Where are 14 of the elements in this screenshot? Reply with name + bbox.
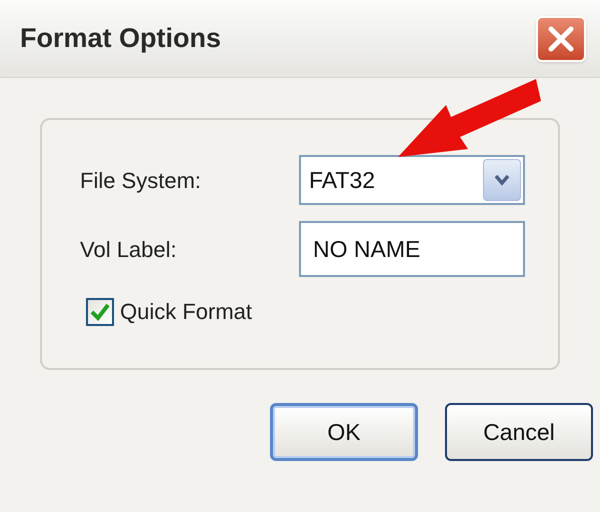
file-system-dropdown[interactable]: FAT32 bbox=[299, 155, 525, 205]
chevron-down-icon bbox=[494, 174, 510, 186]
field-label: Vol Label: bbox=[80, 236, 178, 264]
quick-format-checkbox[interactable] bbox=[86, 298, 114, 326]
dropdown-button[interactable] bbox=[483, 159, 521, 201]
dialog-button[interactable]: OK bbox=[270, 403, 418, 461]
vol-label-field[interactable]: NO NAME bbox=[299, 221, 525, 277]
check-icon bbox=[90, 302, 110, 320]
close-icon bbox=[548, 26, 574, 52]
close-button[interactable] bbox=[536, 16, 586, 62]
field-label: File System: bbox=[80, 166, 202, 195]
window-title: Format Options bbox=[20, 22, 221, 56]
checkbox-label: Quick Format bbox=[120, 298, 252, 326]
dialog-button[interactable]: Cancel bbox=[445, 403, 593, 461]
